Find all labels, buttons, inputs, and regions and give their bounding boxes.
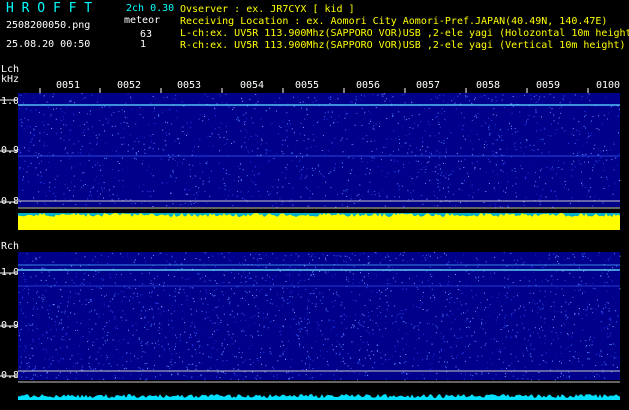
axis-ticks [0,99,17,377]
time-ticks [39,88,589,93]
lch-level-trace [18,213,620,230]
rch-spectrogram [18,252,620,380]
spectrogram-canvas [0,88,621,400]
lch-spectrogram [18,93,620,207]
